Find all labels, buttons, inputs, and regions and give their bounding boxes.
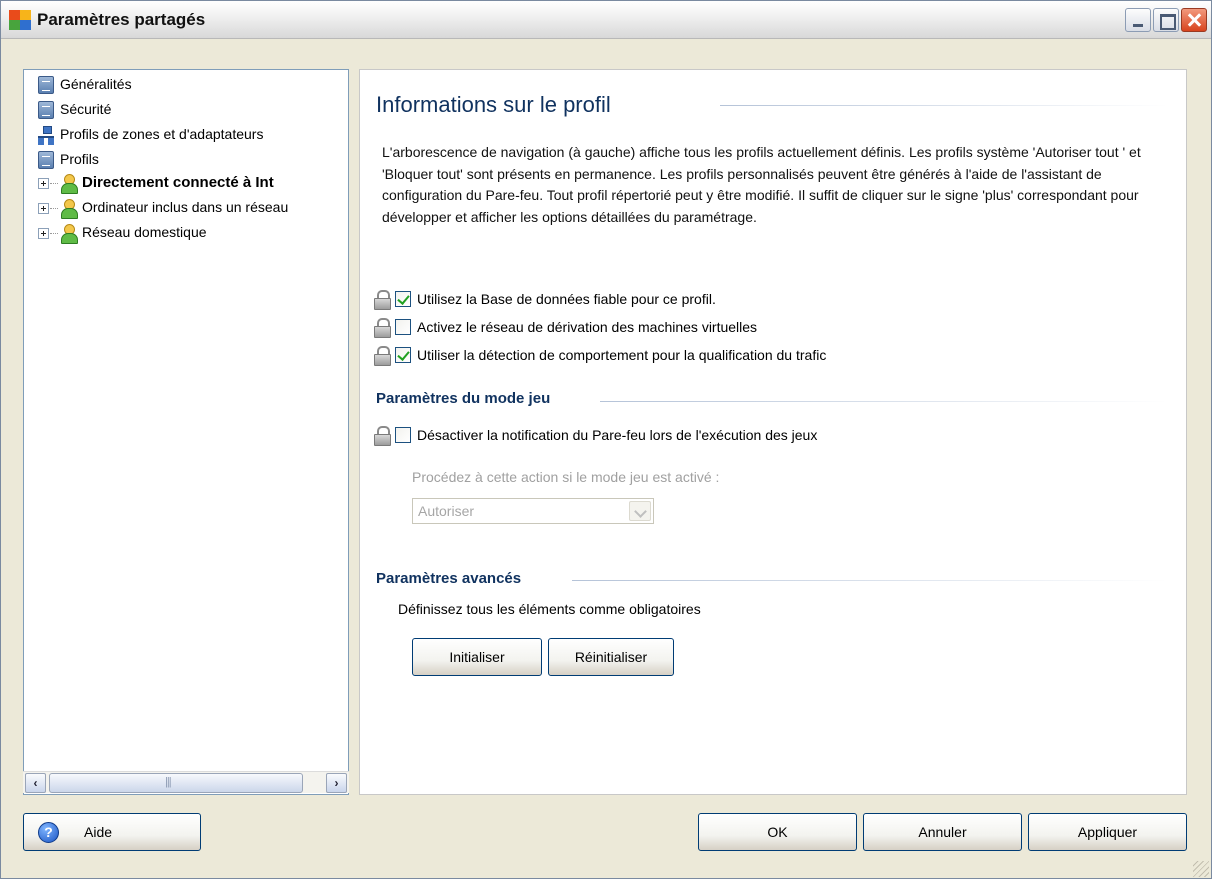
expand-plus-icon[interactable]: [38, 228, 49, 239]
lock-icon[interactable]: [374, 426, 391, 446]
game-mode-divider: [600, 401, 1168, 402]
option-label: Désactiver la notification du Pare-feu l…: [417, 427, 818, 443]
tree-item-label: Profils de zones et d'adaptateurs: [60, 126, 264, 142]
game-action-label: Procédez à cette action si le mode jeu e…: [412, 469, 720, 485]
window-title: Paramètres partagés: [37, 10, 206, 29]
apply-button[interactable]: Appliquer: [1028, 813, 1187, 851]
profile-description: L'arborescence de navigation (à gauche) …: [382, 144, 1141, 225]
tree-horizontal-scrollbar[interactable]: ‹ ›: [23, 771, 349, 793]
profile-info-panel: Informations sur le profil L'arborescenc…: [359, 69, 1187, 795]
document-icon: [38, 101, 54, 119]
shared-settings-window: Paramètres partagés Généralités Sécurité…: [0, 0, 1212, 879]
game-action-select[interactable]: Autoriser: [412, 498, 654, 524]
game-mode-heading: Paramètres du mode jeu: [376, 390, 551, 407]
tree-item-label: Ordinateur inclus dans un réseau: [82, 199, 289, 215]
option-label: Utilisez la Base de données fiable pour …: [417, 291, 716, 307]
close-button[interactable]: [1181, 8, 1207, 32]
game-notification-checkbox[interactable]: [395, 427, 411, 443]
expand-plus-icon[interactable]: [38, 203, 49, 214]
reinitialize-button[interactable]: Réinitialiser: [548, 638, 674, 676]
option-label: Utiliser la détection de comportement po…: [417, 347, 827, 363]
select-value: Autoriser: [418, 503, 475, 519]
network-icon: [38, 126, 54, 145]
lock-icon[interactable]: [374, 318, 391, 338]
user-profile-icon: [60, 199, 78, 219]
resize-grip-icon[interactable]: [1193, 861, 1209, 877]
lock-icon[interactable]: [374, 346, 391, 366]
user-profile-icon: [60, 224, 78, 244]
scroll-left-icon[interactable]: ‹: [25, 773, 46, 793]
scrollbar-thumb[interactable]: [49, 773, 303, 793]
initialize-button[interactable]: Initialiser: [412, 638, 542, 676]
maximize-button[interactable]: [1153, 8, 1179, 32]
tree-item-label: Directement connecté à Int: [82, 174, 274, 191]
scroll-right-icon[interactable]: ›: [326, 773, 347, 793]
tree-item-label: Profils: [60, 151, 99, 167]
help-label: Aide: [84, 824, 113, 840]
advanced-description: Définissez tous les éléments comme oblig…: [398, 601, 701, 617]
title-bar[interactable]: Paramètres partagés: [1, 1, 1211, 39]
help-icon: ?: [38, 822, 59, 843]
user-profile-icon: [60, 174, 78, 194]
tree-item-label: Généralités: [60, 76, 132, 92]
behavior-detection-checkbox[interactable]: [395, 347, 411, 363]
document-icon: [38, 151, 54, 169]
expand-plus-icon[interactable]: [38, 178, 49, 189]
ok-button[interactable]: OK: [698, 813, 857, 851]
tree-item-label: Sécurité: [60, 101, 112, 117]
vm-bridge-checkbox[interactable]: [395, 319, 411, 335]
chevron-down-icon[interactable]: [629, 501, 651, 521]
lock-icon[interactable]: [374, 290, 391, 310]
option-label: Activez le réseau de dérivation des mach…: [417, 319, 758, 335]
advanced-divider: [572, 580, 1168, 581]
tree-item-label: Réseau domestique: [82, 224, 207, 240]
cancel-button[interactable]: Annuler: [863, 813, 1022, 851]
advanced-heading: Paramètres avancés: [376, 570, 522, 587]
document-icon: [38, 76, 54, 94]
navigation-tree[interactable]: Généralités Sécurité Profils de zones et…: [23, 69, 349, 795]
help-button[interactable]: ? Aide: [23, 813, 201, 851]
page-title: Informations sur le profil: [376, 92, 611, 117]
title-divider: [720, 105, 1168, 106]
minimize-button[interactable]: [1125, 8, 1151, 32]
trusted-database-checkbox[interactable]: [395, 291, 411, 307]
app-logo-icon: [9, 10, 31, 30]
